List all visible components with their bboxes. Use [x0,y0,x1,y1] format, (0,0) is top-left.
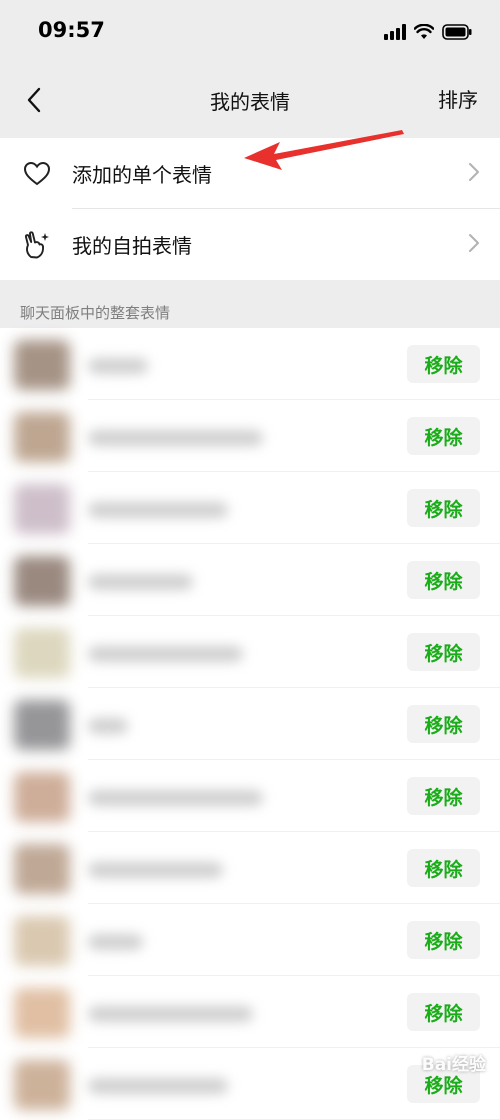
sticker-thumbnail [14,1060,70,1110]
list-item: 移除 [0,472,500,544]
sticker-set-name-blurred [88,790,263,806]
remove-button[interactable]: 移除 [407,561,480,599]
sticker-set-name-blurred [88,718,128,734]
sticker-thumbnail [14,844,70,894]
remove-button[interactable]: 移除 [407,345,480,383]
sticker-set-name-blurred [88,358,148,374]
sticker-thumbnail [14,772,70,822]
sticker-set-name-blurred [88,1006,253,1022]
list-item: 移除 [0,688,500,760]
list-item: 移除 [0,760,500,832]
battery-icon [442,24,472,40]
sticker-thumbnail [14,484,70,534]
menu-item-selfie-stickers[interactable]: 我的自拍表情 [0,209,500,280]
list-item: 移除 [0,832,500,904]
sticker-set-name-blurred [88,430,263,446]
section-header: 聊天面板中的整套表情 [0,280,500,328]
sticker-set-name-blurred [88,574,193,590]
remove-button[interactable]: 移除 [407,633,480,671]
remove-button[interactable]: 移除 [407,417,480,455]
sticker-thumbnail [14,700,70,750]
sticker-set-name-blurred [88,934,143,950]
list-item: 移除 [0,616,500,688]
list-item: 移除 [0,976,500,1048]
status-time: 09:57 [38,18,105,42]
wifi-icon [414,24,434,39]
sticker-thumbnail [14,988,70,1038]
sticker-thumbnail [14,628,70,678]
list-item: 移除 [0,904,500,976]
list-item: 移除 [0,544,500,616]
status-bar: 09:57 [0,0,500,62]
sticker-thumbnail [14,556,70,606]
chevron-right-icon [468,162,480,186]
watermark: Bai经验 [421,1055,486,1075]
sticker-set-name-blurred [88,502,228,518]
menu-item-label: 我的自拍表情 [72,234,192,258]
sticker-thumbnail [14,916,70,966]
sticker-set-name-blurred [88,646,243,662]
status-icons [384,20,472,44]
sticker-thumbnail [14,412,70,462]
sort-button[interactable]: 排序 [438,84,478,113]
signal-icon [384,24,406,40]
sticker-set-name-blurred [88,862,223,878]
annotation-arrow-icon [244,130,404,170]
section-title: 聊天面板中的整套表情 [20,304,171,322]
sticker-set-list: 移除 移除 移除 移除 移除 移除 移除 移除 移除 移除 移除 [0,328,500,1120]
list-item: 移除 [0,400,500,472]
remove-button[interactable]: 移除 [407,705,480,743]
remove-button[interactable]: 移除 [407,849,480,887]
selfie-hand-icon [22,230,52,260]
menu-item-label: 添加的单个表情 [72,163,212,187]
chevron-right-icon [468,233,480,257]
sticker-set-name-blurred [88,1078,228,1094]
remove-button[interactable]: 移除 [407,489,480,527]
list-item: 移除 [0,328,500,400]
heart-icon [22,159,52,189]
remove-button[interactable]: 移除 [407,993,480,1031]
remove-button[interactable]: 移除 [407,921,480,959]
page-title: 我的表情 [210,90,290,114]
sticker-thumbnail [14,340,70,390]
remove-button[interactable]: 移除 [407,777,480,815]
